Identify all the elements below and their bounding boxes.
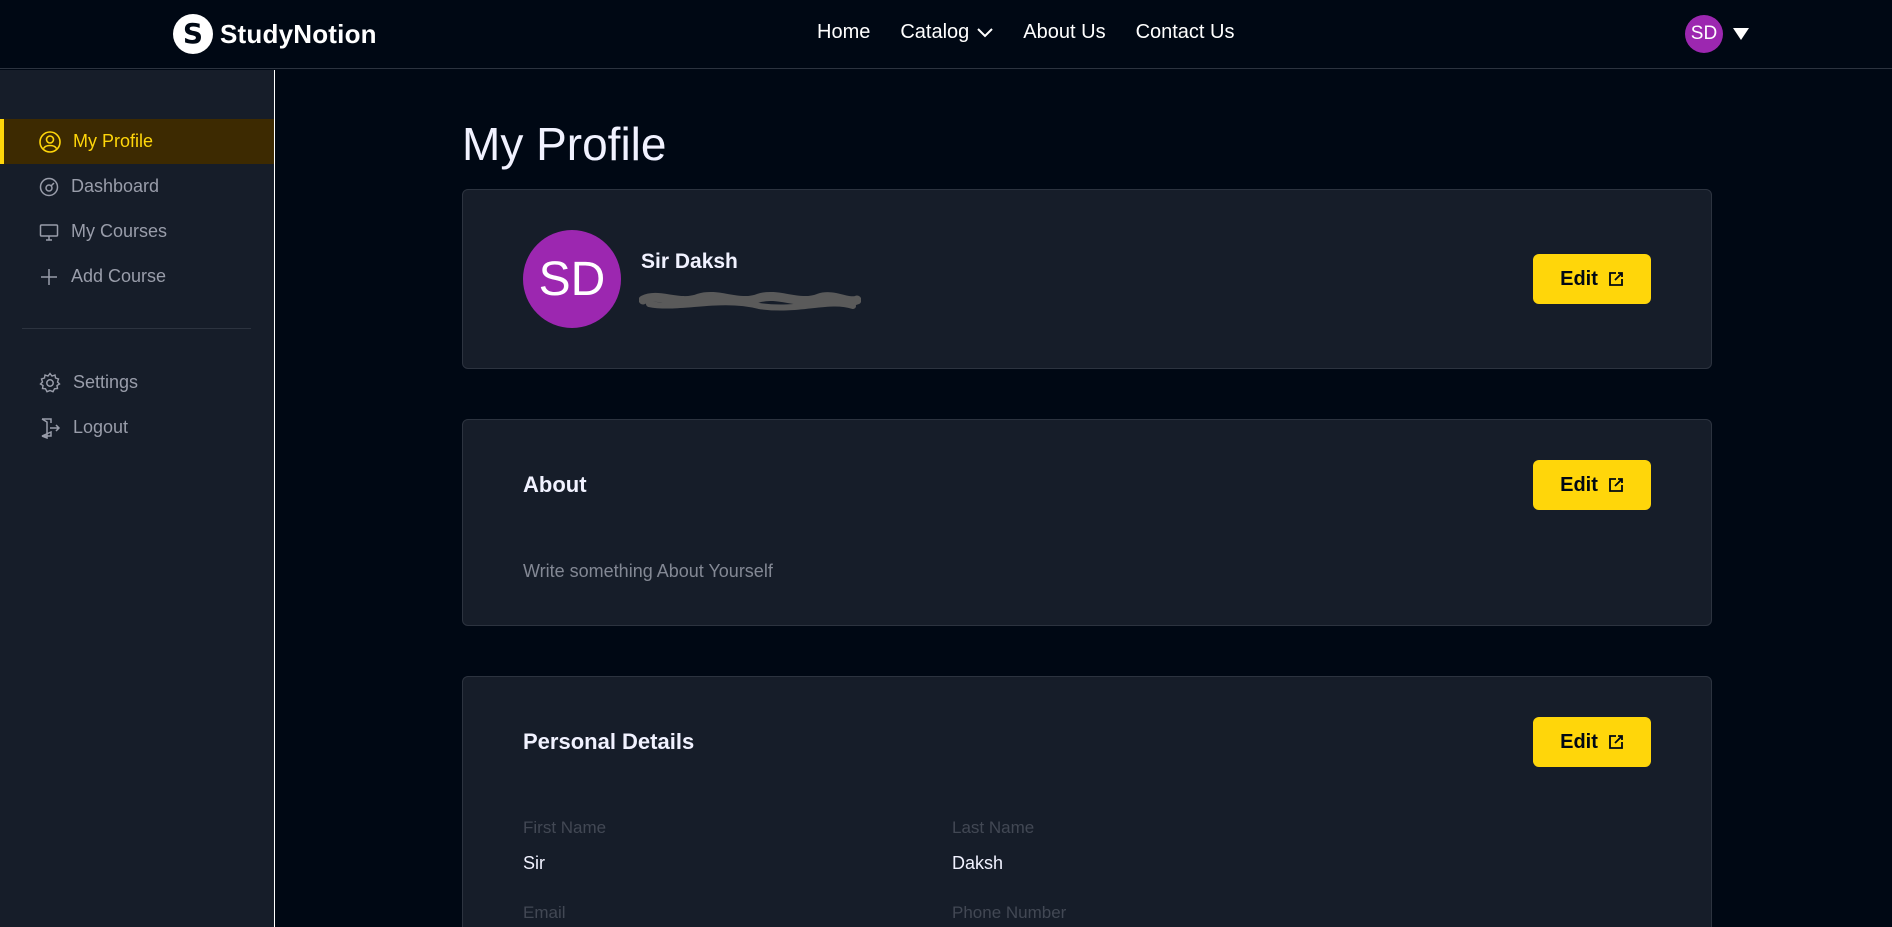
sidebar-item-label: Settings (73, 372, 139, 392)
sidebar-divider (22, 328, 251, 329)
edit-button-label: Edit (1560, 730, 1598, 753)
profile-name: Sir Daksh (641, 250, 738, 273)
sidebar-item-my-courses[interactable]: My Courses (0, 209, 274, 254)
user-menu[interactable]: SD (1685, 15, 1750, 53)
sidebar-item-dashboard[interactable]: Dashboard (0, 164, 274, 209)
sidebar-item-label: Add Course (71, 266, 167, 286)
page-title: My Profile (462, 118, 667, 170)
user-circle-icon (39, 130, 61, 153)
sidebar-item-my-profile[interactable]: My Profile (0, 119, 274, 164)
avatar[interactable]: SD (1685, 15, 1723, 53)
edit-about-button[interactable]: Edit (1533, 460, 1651, 510)
chevron-down-icon (977, 27, 994, 37)
sidebar-item-settings[interactable]: Settings (0, 360, 274, 405)
about-text: Write something About Yourself (523, 561, 773, 581)
profile-card: SD Sir Daksh Edit (462, 189, 1712, 369)
caret-down-icon[interactable] (1732, 27, 1750, 41)
first-name-label: First Name (523, 818, 607, 837)
edit-profile-button[interactable]: Edit (1533, 254, 1651, 304)
nav-contact-us[interactable]: Contact Us (1136, 21, 1235, 44)
brand-logo[interactable]: S StudyNotion (173, 14, 377, 54)
speedometer-icon (39, 177, 59, 196)
about-card: About Edit Write something About Yoursel… (462, 419, 1712, 626)
nav-home[interactable]: Home (817, 21, 870, 44)
nav-catalog-label: Catalog (900, 21, 970, 43)
email-label: Email (523, 903, 566, 922)
personal-details-card: Personal Details Edit First Name Sir Las… (462, 676, 1712, 927)
brand-name: StudyNotion (220, 18, 377, 49)
personal-details-heading: Personal Details (523, 729, 695, 754)
sidebar-item-label: Dashboard (71, 176, 160, 196)
nav-links: Home Catalog About Us Contact Us (817, 21, 1265, 44)
edit-icon (1608, 272, 1623, 286)
about-heading: About (523, 472, 587, 497)
first-name-value: Sir (523, 853, 545, 873)
sidebar-item-label: My Profile (73, 131, 154, 151)
plus-icon (41, 268, 57, 285)
sidebar: My Profile Dashboard My Courses Add Cour… (0, 70, 275, 927)
last-name-value: Daksh (952, 853, 1004, 873)
top-navbar: S StudyNotion Home Catalog About Us Cont… (0, 0, 1892, 69)
edit-icon (1608, 735, 1623, 749)
edit-button-label: Edit (1560, 267, 1598, 290)
edit-personal-details-button[interactable]: Edit (1533, 717, 1651, 767)
redacted-email-scribble (639, 292, 861, 311)
profile-avatar: SD (523, 230, 621, 328)
last-name-label: Last Name (952, 818, 1035, 837)
logo-initial: S (182, 17, 204, 50)
gear-icon (39, 371, 61, 393)
sidebar-item-logout[interactable]: Logout (0, 405, 274, 450)
logo-icon: S (173, 14, 213, 54)
nav-catalog[interactable]: Catalog (900, 21, 994, 44)
phone-number-label: Phone Number (952, 903, 1067, 922)
monitor-icon (39, 223, 59, 241)
nav-about-us[interactable]: About Us (1023, 21, 1105, 44)
sidebar-item-label: My Courses (71, 221, 168, 241)
sidebar-item-label: Logout (73, 417, 129, 437)
edit-icon (1608, 478, 1623, 492)
sidebar-item-add-course[interactable]: Add Course (0, 254, 274, 299)
logout-icon (41, 417, 61, 439)
edit-button-label: Edit (1560, 473, 1598, 496)
